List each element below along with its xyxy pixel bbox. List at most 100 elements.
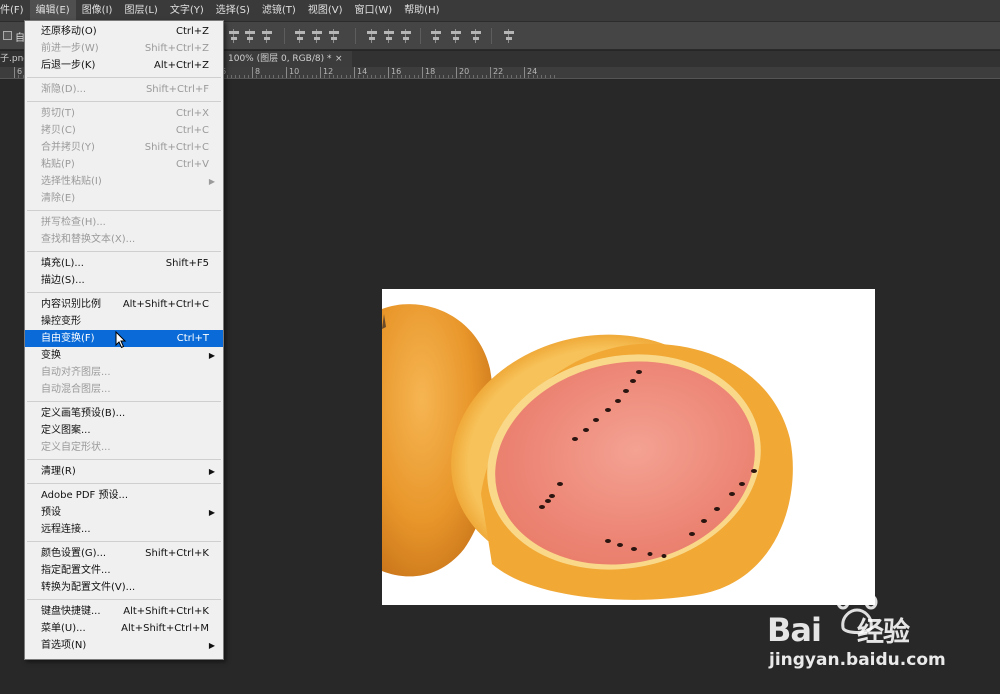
- menu-7[interactable]: 视图(V): [302, 0, 349, 22]
- menu-item-shortcut: Alt+Ctrl+Z: [154, 60, 209, 71]
- menu-1[interactable]: 编辑(E): [29, 0, 76, 22]
- document-tab-previous[interactable]: 子.png: [0, 51, 24, 67]
- edit-menu-item: 拷贝(C) Ctrl+C: [25, 122, 223, 139]
- document-tab-active[interactable]: 100% (图层 0, RGB/8) *: [222, 51, 352, 67]
- menu-item-label: 描边(S)...: [41, 275, 85, 286]
- ruler-minor-tick: [307, 75, 309, 78]
- menu-item-label: 转换为配置文件(V)...: [41, 582, 136, 593]
- menu-3[interactable]: 图层(L): [118, 0, 163, 22]
- align-icon-4[interactable]: [311, 29, 323, 43]
- edit-menu-item[interactable]: 指定配置文件...: [25, 562, 223, 579]
- align-icon-0[interactable]: [228, 29, 240, 43]
- ruler-minor-tick: [235, 75, 236, 78]
- menu-item-label: 后退一步(K): [41, 60, 96, 71]
- ruler-tick: [354, 67, 355, 78]
- edit-menu-item[interactable]: 填充(L)... Shift+F5: [25, 255, 223, 272]
- menu-item-shortcut: Ctrl+Z: [175, 26, 209, 37]
- ruler-tick: [524, 67, 525, 78]
- edit-menu-item[interactable]: 变换 ▶: [25, 347, 223, 364]
- edit-menu-item[interactable]: 预设 ▶: [25, 504, 223, 521]
- edit-menu-item[interactable]: 清理(R) ▶: [25, 463, 223, 480]
- menu-item-label: 首选项(N): [41, 640, 87, 651]
- ruler-minor-tick: [371, 75, 372, 78]
- align-icon-8[interactable]: [400, 29, 412, 43]
- menu-8[interactable]: 窗口(W): [348, 0, 398, 22]
- ruler-minor-tick: [383, 75, 385, 78]
- menu-6[interactable]: 滤镜(T): [256, 0, 302, 22]
- edit-menu-item[interactable]: 菜单(U)... Alt+Shift+Ctrl+M: [25, 620, 223, 637]
- menu-item-label: 自动对齐图层...: [41, 367, 111, 378]
- menu-item-shortcut: Alt+Shift+Ctrl+C: [122, 299, 209, 310]
- ruler-minor-tick: [256, 75, 258, 78]
- edit-menu-item[interactable]: 首选项(N) ▶: [25, 637, 223, 654]
- edit-menu-item[interactable]: Adobe PDF 预设...: [25, 487, 223, 504]
- edit-menu-item[interactable]: 还原移动(O) Ctrl+Z: [25, 23, 223, 40]
- ruler-minor-tick: [451, 75, 453, 78]
- menu-4[interactable]: 文字(Y): [164, 0, 210, 22]
- document-canvas[interactable]: [382, 289, 875, 605]
- align-icon-12[interactable]: [503, 29, 515, 43]
- ruler-minor-tick: [430, 75, 432, 78]
- menu-separator: [27, 77, 221, 78]
- edit-menu-item: 粘贴(P) Ctrl+V: [25, 156, 223, 173]
- ruler-minor-tick: [239, 75, 241, 78]
- ruler-tick: [422, 67, 423, 78]
- menu-item-label: 键盘快捷键...: [41, 606, 101, 617]
- ruler-minor-tick: [405, 75, 406, 78]
- ruler-minor-tick: [230, 75, 232, 78]
- auto-select-checkbox[interactable]: [3, 31, 12, 40]
- ruler-minor-tick: [264, 75, 266, 78]
- edit-menu-item[interactable]: 后退一步(K) Alt+Ctrl+Z: [25, 57, 223, 74]
- ruler-minor-tick: [226, 75, 228, 78]
- align-icon-5[interactable]: [328, 29, 340, 43]
- align-icon-10[interactable]: [450, 29, 462, 43]
- align-icon-7[interactable]: [383, 29, 395, 43]
- menu-0[interactable]: 件(F): [0, 0, 30, 22]
- options-separator: [491, 28, 492, 44]
- align-icon-11[interactable]: [470, 29, 482, 43]
- edit-menu-item[interactable]: 颜色设置(G)... Shift+Ctrl+K: [25, 545, 223, 562]
- edit-menu-item[interactable]: 定义画笔预设(B)...: [25, 405, 223, 422]
- edit-menu-item[interactable]: 键盘快捷键... Alt+Shift+Ctrl+K: [25, 603, 223, 620]
- align-icon-1[interactable]: [244, 29, 256, 43]
- menu-item-shortcut: Alt+Shift+Ctrl+M: [121, 623, 209, 634]
- edit-menu-item[interactable]: 操控变形: [25, 313, 223, 330]
- align-icon-9[interactable]: [430, 29, 442, 43]
- ruler-minor-tick: [426, 75, 428, 78]
- edit-menu-item[interactable]: 转换为配置文件(V)...: [25, 579, 223, 596]
- ruler-minor-tick: [345, 75, 347, 78]
- menu-item-shortcut: Ctrl+T: [176, 333, 209, 344]
- align-icon-2[interactable]: [261, 29, 273, 43]
- ruler-minor-tick: [281, 75, 283, 78]
- menu-5[interactable]: 选择(S): [210, 0, 256, 22]
- menu-item-shortcut: Shift+F5: [165, 258, 209, 269]
- ruler-minor-tick: [269, 75, 270, 78]
- menu-item-label: 渐隐(D)...: [41, 84, 87, 95]
- close-tab-icon[interactable]: ×: [335, 51, 343, 67]
- ruler-minor-tick: [553, 75, 555, 78]
- menu-item-shortcut: Shift+Ctrl+C: [144, 142, 209, 153]
- menu-2[interactable]: 图像(I): [76, 0, 119, 22]
- menu-item-shortcut: Ctrl+X: [175, 108, 209, 119]
- edit-menu-item: 选择性粘贴(I) ▶: [25, 173, 223, 190]
- ruler-minor-tick: [273, 75, 275, 78]
- ruler-minor-tick: [311, 75, 313, 78]
- edit-menu-item[interactable]: 远程连接...: [25, 521, 223, 538]
- menu-item-shortcut: Shift+Ctrl+K: [145, 548, 209, 559]
- edit-menu-item: 前进一步(W) Shift+Ctrl+Z: [25, 40, 223, 57]
- submenu-arrow-icon: ▶: [208, 508, 215, 517]
- ruler-minor-tick: [358, 75, 360, 78]
- menu-9[interactable]: 帮助(H): [398, 0, 445, 22]
- align-icon-3[interactable]: [294, 29, 306, 43]
- align-icon-6[interactable]: [366, 29, 378, 43]
- edit-menu-item[interactable]: 内容识别比例 Alt+Shift+Ctrl+C: [25, 296, 223, 313]
- ruler-minor-tick: [536, 75, 538, 78]
- options-separator: [420, 28, 421, 44]
- edit-menu-item[interactable]: 定义图案...: [25, 422, 223, 439]
- edit-menu-item[interactable]: 描边(S)...: [25, 272, 223, 289]
- edit-menu-item: 清除(E): [25, 190, 223, 207]
- ruler-minor-tick: [545, 75, 547, 78]
- menu-separator: [27, 251, 221, 252]
- menu-item-label: 清除(E): [41, 193, 76, 204]
- menu-item-label: 操控变形: [41, 316, 81, 327]
